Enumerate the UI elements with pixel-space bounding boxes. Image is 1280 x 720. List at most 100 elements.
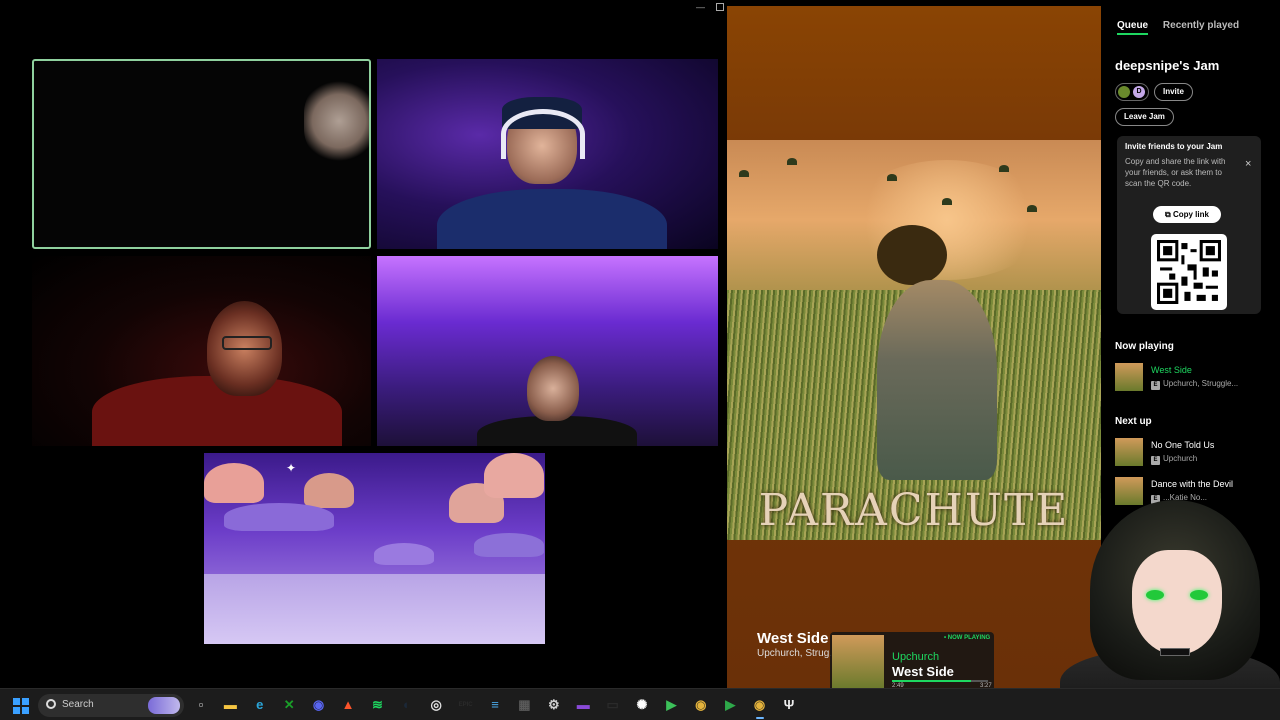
album-art-title: PARACHUTE	[758, 485, 1070, 536]
taskbar-search[interactable]: Search	[38, 694, 184, 717]
track-subtitle: E Upchurch	[1151, 454, 1197, 465]
tab-recently-played[interactable]: Recently played	[1163, 20, 1239, 31]
participant-4-tile[interactable]	[377, 256, 718, 446]
tree-shape	[877, 225, 947, 285]
screen-share-tile[interactable]: ✦	[204, 453, 545, 644]
headset-icon	[501, 109, 585, 159]
track-artists: Upchurch, Struggle...	[1163, 379, 1239, 388]
media-player-2-icon[interactable]: ▶	[721, 696, 739, 714]
obs-icon[interactable]: ◎	[427, 696, 445, 714]
xbox-icon[interactable]: ✕	[280, 696, 298, 714]
edge-icon[interactable]: e	[251, 696, 269, 714]
now-playing-widget: • NOW PLAYING Upchurch West Side 2:49 3:…	[830, 632, 994, 692]
track-subtitle: E Upchurch, Struggle...	[1151, 379, 1238, 390]
soldier-figure	[877, 280, 997, 480]
parachute-icon	[787, 158, 797, 165]
participant-2-tile[interactable]	[377, 59, 718, 249]
task-view-icon[interactable]: ▫	[192, 696, 210, 714]
settings-icon[interactable]: ⚙	[545, 696, 563, 714]
copy-icon: ⧉	[1165, 210, 1173, 219]
album-art: PARACHUTE	[727, 140, 1101, 540]
participant-3-tile[interactable]	[32, 256, 371, 446]
notepad-icon[interactable]: ≡	[486, 696, 504, 714]
vtuber-avatar	[1050, 480, 1280, 720]
next-up-heading: Next up	[1115, 416, 1152, 427]
invite-button[interactable]: Invite	[1154, 83, 1193, 101]
media-player-icon[interactable]: ▶	[662, 696, 680, 714]
avatar	[1118, 86, 1130, 98]
qr-code	[1151, 234, 1227, 310]
search-placeholder: Search	[62, 699, 94, 710]
invite-card-description: Copy and share the link with your friend…	[1125, 157, 1226, 188]
now-playing-heading: Now playing	[1115, 341, 1174, 352]
search-highlight-image	[148, 697, 180, 714]
mushroom-shape	[474, 533, 544, 557]
search-icon	[46, 699, 56, 709]
minimize-icon[interactable]: —	[696, 2, 705, 12]
mushroom-shape	[484, 453, 544, 498]
participant-2-body	[437, 189, 667, 249]
copy-link-label: Copy link	[1172, 210, 1209, 219]
calculator-icon[interactable]: ▦	[515, 696, 533, 714]
mushroom-shape	[204, 463, 264, 503]
track-title: West Side	[1151, 365, 1192, 375]
terminal-icon[interactable]: ▭	[604, 696, 622, 714]
explicit-badge: E	[1151, 381, 1160, 390]
maximize-icon[interactable]	[716, 3, 724, 11]
video-call-window: — ✦	[0, 0, 724, 688]
explicit-badge: E	[1151, 456, 1160, 465]
track-thumbnail	[1115, 438, 1143, 466]
jam-title: deepsnipe's Jam	[1115, 58, 1220, 73]
parachute-icon	[739, 170, 749, 177]
chrome-active-icon[interactable]: ◉	[751, 696, 769, 719]
spotify-now-playing-view: PARACHUTE West Side Upchurch, Strug...	[727, 6, 1101, 688]
mushroom-shape	[304, 473, 354, 508]
leave-jam-button[interactable]: Leave Jam	[1115, 108, 1174, 126]
queue-row[interactable]: No One Told Us E Upchurch	[1115, 438, 1275, 468]
discord-icon[interactable]: ◉	[310, 696, 328, 714]
widget-artist: Upchurch	[892, 651, 940, 663]
invite-card-title: Invite friends to your Jam	[1125, 142, 1223, 151]
brave-icon[interactable]: ▲	[339, 696, 357, 714]
invite-card: Invite friends to your Jam Copy and shar…	[1117, 136, 1261, 314]
spotify-icon[interactable]: ≋	[368, 696, 386, 714]
chrome-icon[interactable]: ◉	[692, 696, 710, 714]
glasses-icon	[222, 336, 272, 350]
now-playing-badge: • NOW PLAYING	[944, 635, 991, 641]
participant-1-video	[304, 81, 369, 161]
steam-icon[interactable]: ◐	[398, 696, 416, 714]
windows-start-icon[interactable]	[13, 698, 29, 714]
qr-code-image	[1157, 240, 1221, 304]
steelseries-icon[interactable]: ✺	[633, 696, 651, 714]
participant-1-tile[interactable]	[32, 59, 371, 249]
file-explorer-icon[interactable]: ▬	[221, 696, 239, 714]
parachute-icon	[1027, 205, 1037, 212]
game-ground	[204, 574, 545, 644]
copy-link-button[interactable]: ⧉ Copy link	[1153, 206, 1221, 223]
star-icon: ✦	[286, 461, 297, 475]
track-thumbnail	[1115, 363, 1143, 391]
participant-4-face	[527, 356, 579, 421]
now-playing-row[interactable]: West Side E Upchurch, Struggle...	[1115, 363, 1275, 393]
parachute-icon	[942, 198, 952, 205]
eye-icon	[1146, 590, 1164, 600]
eye-icon	[1190, 590, 1208, 600]
jam-participants[interactable]: D	[1115, 83, 1149, 101]
trident-icon[interactable]: Ψ	[780, 696, 798, 714]
close-icon[interactable]: ×	[1245, 158, 1251, 170]
tab-queue[interactable]: Queue	[1117, 20, 1149, 35]
track-title[interactable]: West Side	[757, 630, 828, 647]
queue-tabs: Queue Recently played	[1117, 20, 1251, 35]
taskbar: Search ▫ ▬ e ✕ ◉ ▲ ≋ ◐ ◎ EPIC ≡ ▦ ⚙ ▬ ▭ ✺ ▶ ◉ ▶ ◉ Ψ	[0, 688, 1280, 720]
purple-app-icon[interactable]: ▬	[574, 696, 592, 714]
avatar-face	[1132, 550, 1222, 655]
avatar-choker	[1160, 648, 1190, 656]
track-artists: Upchurch	[1163, 454, 1198, 463]
widget-title: West Side	[892, 664, 954, 679]
screen: — ✦ PARACHUTE West Side Upchurch, Strug.…	[0, 0, 1280, 720]
avatar: D	[1133, 86, 1145, 98]
track-artist[interactable]: Upchurch, Strug...	[757, 648, 838, 659]
progress-fill	[892, 680, 971, 682]
mushroom-shape	[374, 543, 434, 565]
epic-games-icon[interactable]: EPIC	[457, 696, 475, 714]
